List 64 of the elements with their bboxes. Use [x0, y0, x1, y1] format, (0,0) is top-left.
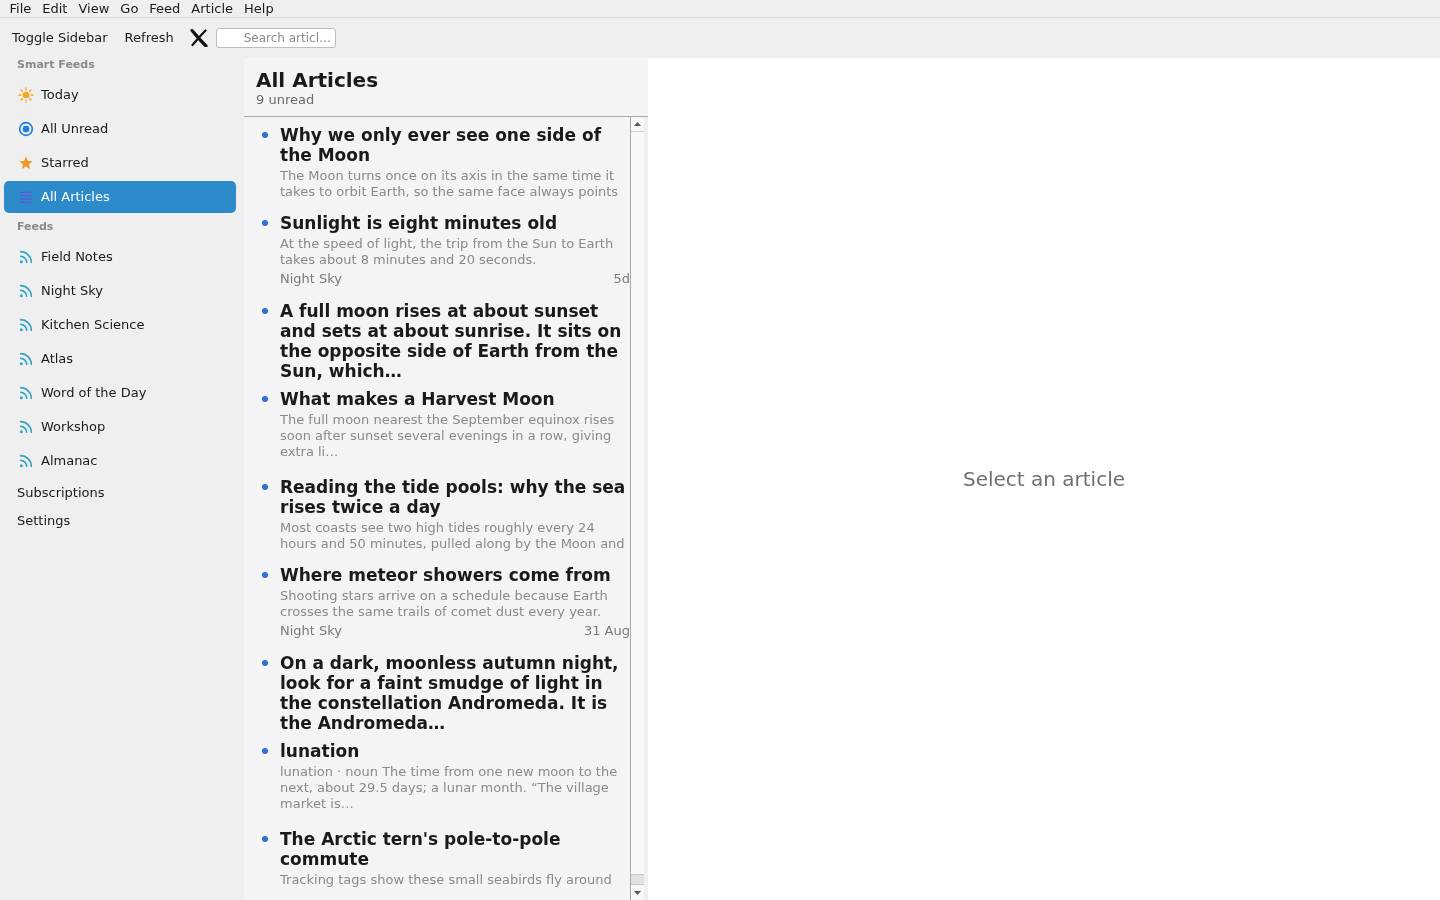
rss-icon [18, 317, 34, 333]
feed-name: Night Sky [280, 271, 343, 287]
article-title[interactable]: What makes a Harvest Moon [280, 389, 630, 409]
menu-item[interactable]: Article [185, 0, 239, 18]
article-title[interactable]: Sunlight is eight minutes old [280, 213, 630, 233]
article-summary: Tracking tags show these small seabirds fly around [280, 872, 613, 888]
rss-icon [18, 249, 34, 265]
down-triangle-icon [634, 890, 641, 895]
list-title: All Articles [256, 68, 380, 92]
article-title[interactable]: The Arctic tern's pole-to-pole commute [280, 829, 630, 869]
menu-item[interactable]: Go [114, 0, 144, 18]
section-heading: Smart Feeds [16, 58, 96, 72]
article-summary: At the speed of light, the trip from the Sun to Earth takes about 8 minutes and 20 seconds. [280, 236, 615, 268]
article-title[interactable]: Why we only ever see one side of the Moon [280, 125, 630, 165]
sidebar-item[interactable]: Night Sky [4, 275, 236, 307]
radio-target-icon [18, 121, 34, 137]
sidebar-item[interactable]: All Unread [4, 113, 236, 145]
up-triangle-icon [634, 122, 641, 126]
sidebar-item[interactable]: Word of the Day [4, 377, 236, 409]
sidebar-link[interactable]: Subscriptions [0, 479, 122, 507]
article-title[interactable]: lunation [280, 741, 630, 761]
article-summary: Shooting stars arrive on a schedule because Earth crosses the same trails of comet dust every year. [280, 588, 609, 620]
unread-count: 9 unread [256, 92, 316, 108]
star-icon [18, 155, 34, 171]
sidebar-item[interactable]: Kitchen Science [4, 309, 236, 341]
scrollbar-thumb[interactable] [631, 874, 644, 885]
article-date: 31 Aug [583, 623, 630, 639]
feed-name: Night Sky [280, 623, 343, 639]
cross-icon[interactable] [189, 29, 208, 47]
section-heading: Feeds [16, 220, 55, 234]
scrollbar-track[interactable] [630, 117, 644, 900]
rss-icon [18, 453, 34, 469]
sidebar-item[interactable]: Workshop [4, 411, 236, 443]
empty-state-message: Select an article [962, 466, 1126, 493]
toolbar-button[interactable]: Refresh [118, 28, 180, 48]
article-summary: Most coasts see two high tides roughly every 24 hours and 50 minutes, pulled along by the Moon and [280, 520, 626, 552]
article-title[interactable]: Reading the tide pools: why the sea rises twice a day [280, 477, 630, 517]
menu-item[interactable]: View [72, 0, 115, 18]
article-title[interactable]: A full moon rises at about sunset and sets at about sunrise. It sits on the opposite side of Earth from the Sun, which… [280, 301, 630, 381]
rss-icon [18, 283, 34, 299]
article-summary: The full moon nearest the September equinox rises soon after sunset several evenings in a row, giving extra li… [280, 412, 616, 460]
rss-icon [18, 419, 34, 435]
rss-icon [18, 351, 34, 367]
menu-item[interactable]: Edit [36, 0, 73, 18]
sidebar-item[interactable]: All Articles [4, 181, 236, 213]
menu-item[interactable]: Feed [143, 0, 186, 18]
article-title[interactable]: On a dark, moonless autumn night, look for a faint smudge of light in the constellation Andromeda. It is the Andromeda… [280, 653, 630, 733]
article-summary: lunation · noun The time from one new moon to the next, about 29.5 days; a lunar month. “The village market is… [280, 764, 619, 812]
list-icon [18, 189, 34, 205]
article-summary: The Moon turns once on its axis in the same time it takes to orbit Earth, so the same face always points [280, 168, 620, 200]
rss-icon [18, 385, 34, 401]
sun-icon [18, 87, 34, 103]
sidebar-item[interactable]: Today [4, 79, 236, 111]
search-field[interactable]: Search articl… [215, 28, 336, 48]
article-date: 5d [613, 271, 630, 287]
toolbar-button[interactable]: Toggle Sidebar [6, 28, 114, 48]
menu-item[interactable]: File [4, 0, 37, 18]
sidebar-item[interactable]: Atlas [4, 343, 236, 375]
article-title[interactable]: Where meteor showers come from [280, 565, 630, 585]
sidebar-item[interactable]: Starred [4, 147, 236, 179]
sidebar-item[interactable]: Field Notes [4, 241, 236, 273]
sidebar-link[interactable]: Settings [0, 507, 88, 535]
menu-item[interactable]: Help [238, 0, 280, 18]
sidebar-item[interactable]: Almanac [4, 445, 236, 477]
